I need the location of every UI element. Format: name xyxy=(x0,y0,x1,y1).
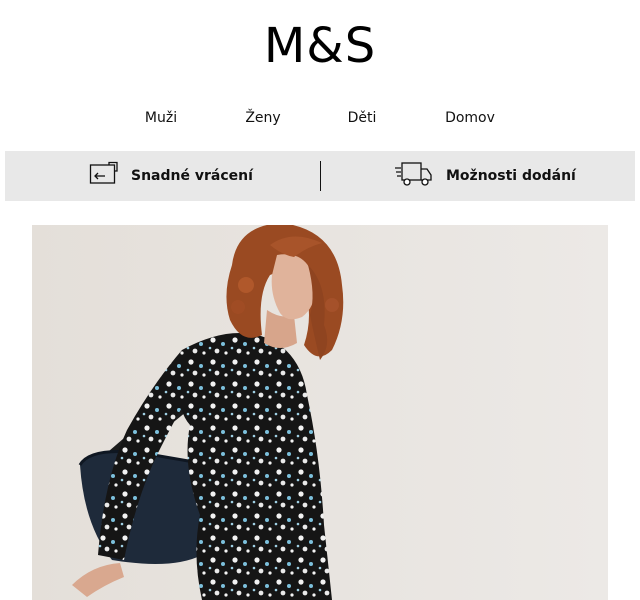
bar-divider xyxy=(320,161,321,191)
nav-item-muzi[interactable]: Muži xyxy=(145,106,177,130)
email-page: M&S Muži Ženy Děti Domov Snadné vrácení xyxy=(0,0,640,600)
main-nav: Muži Ženy Děti Domov xyxy=(0,106,640,130)
delivery-truck-icon xyxy=(394,160,434,192)
service-bar: Snadné vrácení Možnosti dodání xyxy=(5,151,635,201)
returns-label: Snadné vrácení xyxy=(131,168,253,184)
nav-item-deti[interactable]: Děti xyxy=(348,106,377,130)
brand-logo[interactable]: M&S xyxy=(0,16,640,76)
delivery-link[interactable]: Možnosti dodání xyxy=(394,151,576,201)
nav-item-domov[interactable]: Domov xyxy=(445,106,495,130)
returns-link[interactable]: Snadné vrácení xyxy=(89,151,253,201)
nav-item-zeny[interactable]: Ženy xyxy=(245,106,280,130)
return-box-icon xyxy=(89,161,119,191)
hero-image[interactable] xyxy=(32,225,608,600)
delivery-label: Možnosti dodání xyxy=(446,168,576,184)
